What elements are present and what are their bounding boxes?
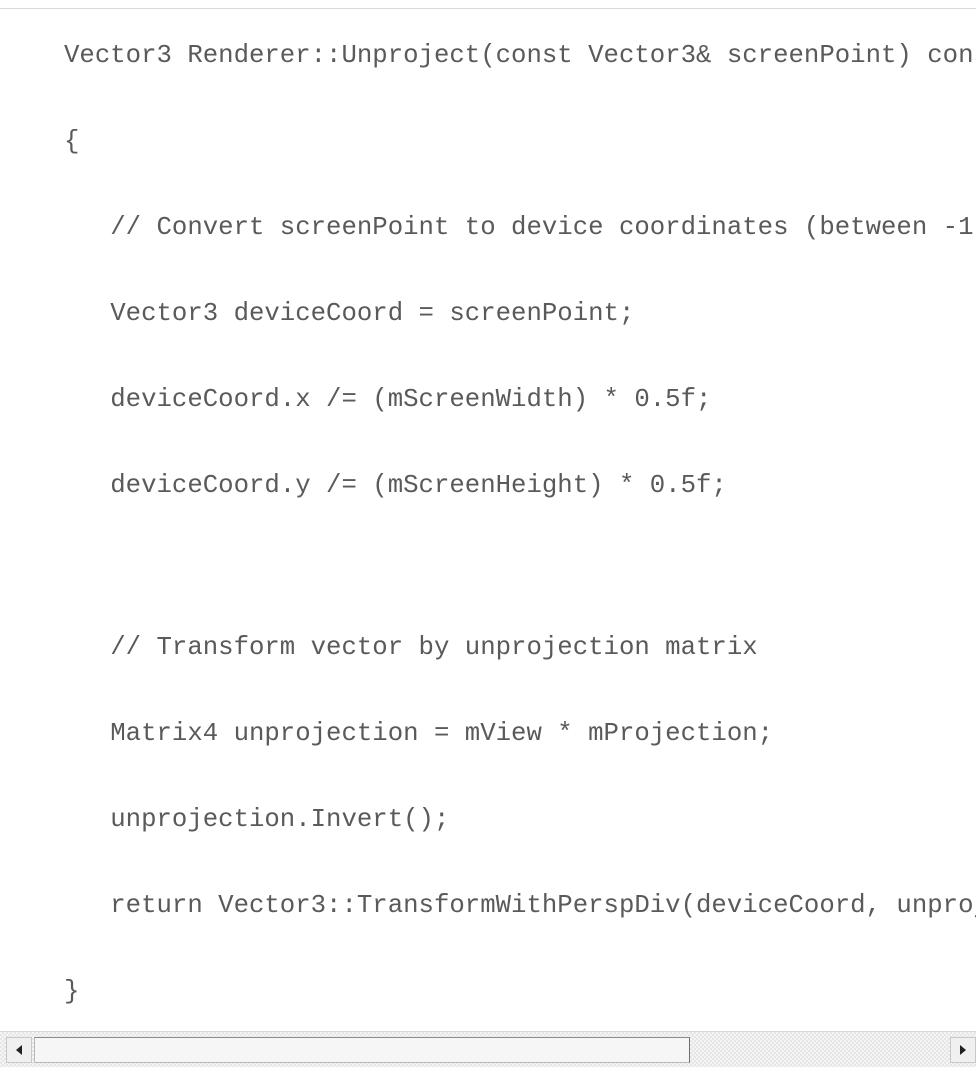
code-block[interactable]: Vector3 Renderer::Unproject(const Vector… xyxy=(0,9,976,1031)
code-line-1: Vector3 Renderer::Unproject(const Vector… xyxy=(64,41,976,70)
code-line-4: Vector3 deviceCoord = screenPoint; xyxy=(64,299,635,328)
scroll-left-button[interactable] xyxy=(6,1037,32,1063)
arrow-right-icon xyxy=(960,1045,966,1055)
code-viewer-window: Vector3 Renderer::Unproject(const Vector… xyxy=(0,0,976,1067)
code-line-10: unprojection.Invert(); xyxy=(64,805,450,834)
code-line-2: { xyxy=(64,127,80,156)
code-line-3: // Convert screenPoint to device coordin… xyxy=(110,213,974,242)
horizontal-scrollbar[interactable] xyxy=(0,1031,976,1067)
arrow-left-icon xyxy=(16,1045,22,1055)
scrollbar-thumb[interactable] xyxy=(34,1037,690,1063)
code-line-11: return Vector3::TransformWithPerspDiv(de… xyxy=(110,891,976,920)
code-line-6: deviceCoord.y /= (mScreenHeight) * 0.5f; xyxy=(64,471,727,500)
code-line-9: Matrix4 unprojection = mView * mProjecti… xyxy=(64,719,774,748)
code-line-5: deviceCoord.x /= (mScreenWidth) * 0.5f; xyxy=(64,385,712,414)
code-line-12: } xyxy=(64,977,80,1006)
scroll-right-button[interactable] xyxy=(950,1037,976,1063)
code-line-8: // Transform vector by unprojection matr… xyxy=(64,633,758,662)
